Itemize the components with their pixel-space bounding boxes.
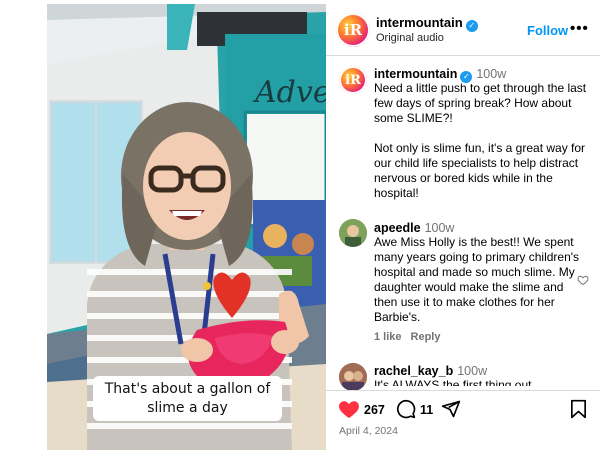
comment-count[interactable]: 11 <box>420 403 433 417</box>
original-audio-link[interactable]: Original audio <box>376 32 444 44</box>
like-heart-icon[interactable] <box>338 399 360 419</box>
post-avatar[interactable]: iR <box>339 66 367 94</box>
post-side-panel: iR intermountain ✓ Original audio Follow … <box>326 0 600 450</box>
header-avatar[interactable]: iR <box>336 13 370 47</box>
comment-meta: 1 like Reply <box>374 331 450 343</box>
avatar-logo-icon: iR <box>339 66 367 94</box>
comment-text: It's ALWAYS the first thing out <box>374 378 532 386</box>
post-author-name[interactable]: intermountain <box>374 67 457 81</box>
post-viewer: Adven <box>0 0 600 450</box>
video-caption-line1: That's about a gallon of <box>104 381 271 397</box>
share-icon[interactable] <box>441 399 461 419</box>
user-photo-icon <box>339 219 367 247</box>
post-caption-paragraph: Need a little push to get through the la… <box>374 81 587 125</box>
comment-header: rachel_kay_b 100w <box>374 364 487 378</box>
follow-button[interactable]: Follow <box>527 23 568 38</box>
post-date: April 4, 2024 <box>339 425 398 437</box>
comment-text: Awe Miss Holly is the best!! We spent ma… <box>374 235 580 324</box>
comment-username[interactable]: rachel_kay_b <box>374 364 453 378</box>
comment-reply-button[interactable]: Reply <box>411 331 441 343</box>
post-caption: Need a little push to get through the la… <box>374 81 594 216</box>
comment-icon[interactable] <box>396 399 416 419</box>
comment-username[interactable]: apeedle <box>374 221 421 235</box>
avatar-logo-icon: iR <box>336 13 370 47</box>
post-action-bar: 267 11 April 4, 2024 <box>326 390 600 450</box>
svg-text:Adven: Adven <box>252 75 326 110</box>
post-caption-paragraph: Not only is slime fun, it's a great way … <box>374 141 586 200</box>
more-options-icon[interactable]: ••• <box>570 20 589 37</box>
user-photo-icon <box>339 363 367 391</box>
comment-avatar[interactable] <box>339 219 367 247</box>
comment-avatar[interactable] <box>339 363 367 391</box>
comment-time: 100w <box>457 364 488 378</box>
save-bookmark-icon[interactable] <box>570 399 587 419</box>
video-caption: That's about a gallon of slime a day <box>93 376 282 421</box>
like-count[interactable]: 267 <box>364 403 385 417</box>
header-account-label[interactable]: intermountain <box>376 15 463 30</box>
post-time: 100w <box>476 67 507 81</box>
verified-icon: ✓ <box>465 20 478 32</box>
video-caption-line2: slime a day <box>147 400 228 416</box>
comment-like-heart-icon[interactable] <box>577 274 589 286</box>
comment-likes-count[interactable]: 1 like <box>374 331 402 343</box>
video-player[interactable]: Adven <box>47 4 326 450</box>
comment-header: apeedle 100w <box>374 221 454 235</box>
header-account-name[interactable]: intermountain ✓ <box>376 15 478 32</box>
comment-time: 100w <box>424 221 455 235</box>
header-divider <box>326 55 600 56</box>
